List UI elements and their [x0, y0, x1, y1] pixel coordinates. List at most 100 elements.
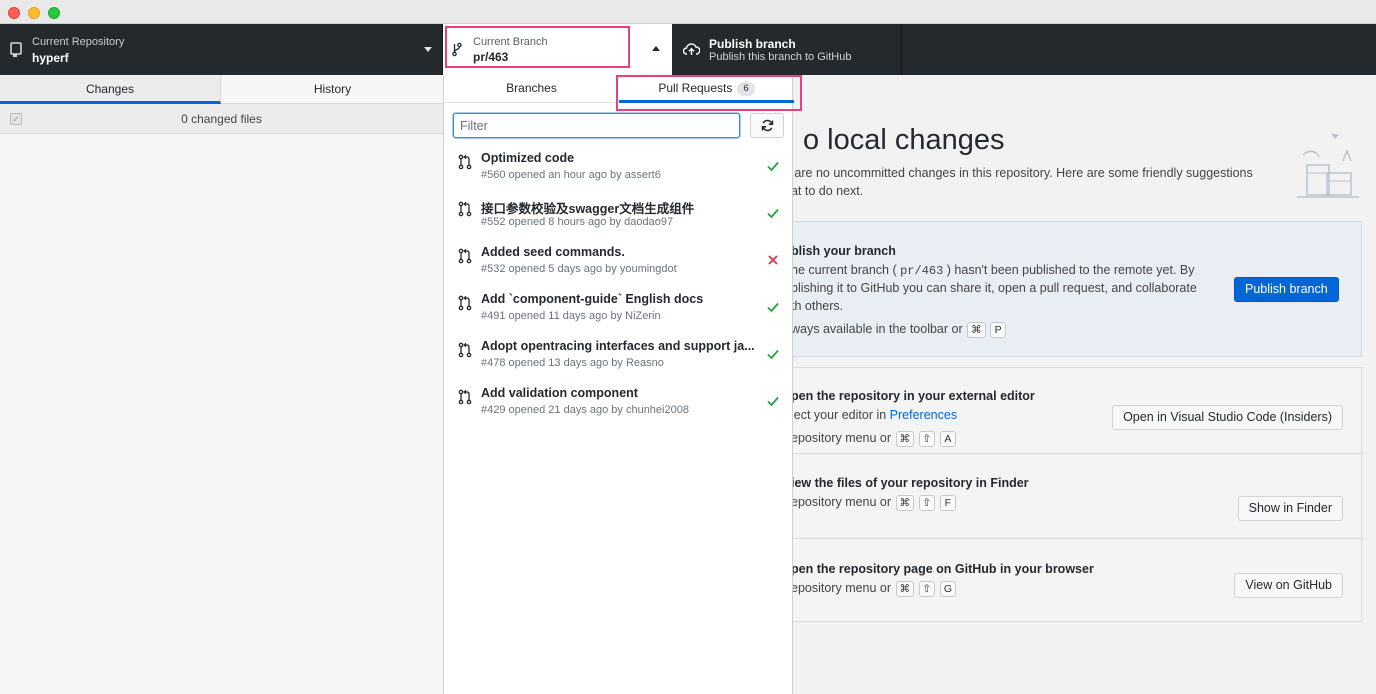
a-key: A — [939, 431, 956, 447]
pull-request-item[interactable]: Add validation component #429 opened 21 … — [444, 382, 794, 429]
view-on-github-section: pen the repository page on GitHub in you… — [781, 538, 1363, 623]
pull-request-subtitle: #552 opened 8 hours ago by daodao97 — [481, 216, 674, 228]
dropdown-tabs: Branches Pull Requests 6 — [444, 75, 794, 103]
shift-key: ⇧ — [918, 431, 936, 447]
pull-request-icon — [458, 201, 472, 217]
no-changes-illustration — [1297, 133, 1359, 198]
pull-request-icon — [458, 389, 472, 405]
view-on-github-hint: epository menu or ⌘ ⇧ G — [791, 579, 956, 597]
pull-request-title: Add `component-guide` English docs — [481, 292, 704, 306]
pull-request-icon — [458, 154, 472, 170]
publish-card-text: he current branch ( pr/463 ) hasn't been… — [791, 261, 1231, 280]
cmd-key: ⌘ — [895, 431, 915, 447]
open-editor-section: pen the repository in your external edit… — [781, 368, 1363, 453]
publish-card-title: blish your branch — [791, 244, 896, 258]
check-icon — [767, 396, 779, 407]
check-icon — [767, 161, 779, 172]
publish-branch-card: blish your branch he current branch ( pr… — [780, 221, 1362, 357]
tab-pull-requests[interactable]: Pull Requests 6 — [619, 75, 794, 103]
pull-request-title: Add validation component — [481, 386, 638, 400]
repo-name: hyperf — [32, 51, 69, 65]
open-editor-hint: epository menu or ⌘ ⇧ A — [791, 429, 956, 447]
minimize-window-button[interactable] — [28, 7, 40, 19]
x-icon — [768, 255, 778, 265]
changed-files-header: ✓ 0 changed files — [0, 104, 443, 134]
tab-branches[interactable]: Branches — [444, 75, 619, 103]
hint-text: epository menu or — [791, 431, 892, 445]
publish-card-text: th others. — [791, 299, 844, 313]
chevron-up-icon — [652, 46, 660, 51]
open-editor-text-part: lect your editor in — [791, 408, 887, 422]
pull-request-subtitle: #532 opened 5 days ago by youmingdot — [481, 263, 677, 275]
shift-key: ⇧ — [918, 581, 936, 597]
repo-icon — [10, 42, 22, 57]
close-window-button[interactable] — [8, 7, 20, 19]
open-editor-text: lect your editor in Preferences — [791, 406, 957, 424]
pull-request-title: Optimized code — [481, 151, 575, 165]
cmd-key: ⌘ — [895, 495, 915, 511]
zoom-window-button[interactable] — [48, 7, 60, 19]
open-in-editor-button[interactable]: Open in Visual Studio Code (Insiders) — [1112, 405, 1343, 430]
preferences-link[interactable]: Preferences — [890, 408, 957, 422]
window-titlebar — [0, 0, 1376, 24]
tab-history[interactable]: History — [222, 75, 443, 104]
repo-label: Current Repository — [32, 36, 125, 48]
check-icon — [767, 349, 779, 360]
g-key: G — [939, 581, 956, 597]
branch-label: Current Branch — [473, 36, 548, 48]
pull-request-title: Added seed commands. — [481, 245, 625, 259]
page-description-line: e are no uncommitted changes in this rep… — [784, 166, 1253, 180]
pull-request-item[interactable]: Add `component-guide` English docs #491 … — [444, 288, 794, 335]
pull-request-subtitle: #491 opened 11 days ago by NiZerin — [481, 310, 661, 322]
view-on-github-button[interactable]: View on GitHub — [1234, 573, 1343, 598]
toolbar: Current Repository hyperf Current Branch… — [0, 24, 1376, 75]
page-title: o local changes — [803, 124, 1005, 156]
p-key: P — [990, 322, 1007, 338]
pull-request-title: Adopt opentracing interfaces and support… — [481, 339, 755, 353]
branch-code: pr/463 — [900, 264, 944, 278]
publish-subtitle: Publish this branch to GitHub — [709, 51, 852, 63]
refresh-icon — [761, 119, 774, 132]
publish-branch-card-button[interactable]: Publish branch — [1234, 277, 1339, 302]
show-in-finder-section: iew the files of your repository in Find… — [781, 453, 1363, 538]
open-editor-title: pen the repository in your external edit… — [791, 389, 1035, 403]
hint-text: epository menu or — [791, 581, 892, 595]
pull-request-icon — [458, 342, 472, 358]
refresh-button[interactable] — [750, 113, 784, 138]
pull-request-subtitle: #429 opened 21 days ago by chunhei2008 — [481, 404, 689, 416]
publish-card-hint: ways available in the toolbar or ⌘ P — [791, 320, 1007, 338]
pull-request-item[interactable]: Optimized code #560 opened an hour ago b… — [444, 147, 794, 194]
publish-branch-button[interactable]: Publish branch Publish this branch to Gi… — [672, 24, 902, 75]
current-branch-button[interactable]: Current Branch pr/463 — [443, 24, 672, 75]
current-repository-button[interactable]: Current Repository hyperf — [0, 24, 443, 75]
pull-request-item[interactable]: Added seed commands. #532 opened 5 days … — [444, 241, 794, 288]
cmd-key: ⌘ — [967, 322, 986, 338]
tab-changes[interactable]: Changes — [0, 75, 221, 104]
suggestions-card: pen the repository in your external edit… — [780, 367, 1363, 623]
hint-text: ways available in the toolbar or — [791, 322, 963, 336]
show-in-finder-button[interactable]: Show in Finder — [1237, 496, 1343, 521]
pull-request-item[interactable]: Adopt opentracing interfaces and support… — [444, 335, 794, 382]
pull-request-item[interactable]: 接口参数校验及swagger文档生成组件 #552 opened 8 hours… — [444, 194, 794, 241]
pull-request-list: Optimized code #560 opened an hour ago b… — [444, 147, 794, 429]
sidebar-tabs: Changes History — [0, 75, 443, 104]
pull-request-subtitle: #478 opened 13 days ago by Reasno — [481, 357, 664, 369]
chevron-down-icon — [424, 47, 432, 52]
filter-input[interactable] — [453, 113, 740, 138]
left-panel: Changes History ✓ 0 changed files — [0, 75, 443, 694]
f-key: F — [939, 495, 956, 511]
check-icon — [767, 302, 779, 313]
branch-name: pr/463 — [473, 50, 509, 64]
publish-card-text: blishing it to GitHub you can share it, … — [791, 281, 1197, 295]
pull-request-icon — [458, 295, 472, 311]
publish-title: Publish branch — [709, 37, 796, 51]
check-icon — [767, 208, 779, 219]
cmd-key: ⌘ — [895, 581, 915, 597]
publish-card-text-part: he current branch ( — [791, 263, 897, 277]
pull-request-subtitle: #560 opened an hour ago by assert6 — [481, 169, 661, 181]
show-in-finder-hint: epository menu or ⌘ ⇧ F — [791, 493, 956, 511]
tab-pull-requests-label: Pull Requests — [658, 81, 733, 95]
page-description: e are no uncommitted changes in this rep… — [784, 164, 1274, 200]
page-description-line: hat to do next. — [784, 184, 864, 198]
changed-files-count: 0 changed files — [181, 112, 262, 126]
